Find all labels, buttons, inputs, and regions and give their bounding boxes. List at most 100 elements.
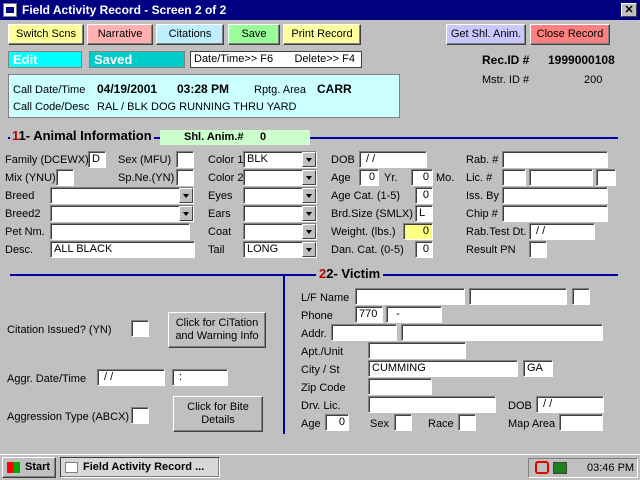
issued-by-label: Iss. By — [466, 190, 500, 202]
taskbar-app-button[interactable]: Field Activity Record ... — [60, 457, 220, 478]
tail-value: LONG — [247, 243, 279, 255]
coat-dropdown[interactable] — [243, 223, 317, 240]
victim-street-number-input[interactable] — [331, 324, 397, 341]
call-info-panel: Call Date/Time 04/19/2001 03:28 PM Rptg.… — [8, 74, 400, 118]
family-input[interactable]: D — [88, 151, 106, 168]
switch-screens-button[interactable]: Switch Scns — [8, 24, 84, 45]
aggression-datetime-label: Aggr. Date/Time — [7, 373, 87, 385]
victim-city-input[interactable]: CUMMING — [368, 360, 518, 377]
years-label: Yr. — [384, 172, 398, 184]
description-label: Desc. — [5, 244, 34, 256]
tail-dropdown[interactable]: LONG — [243, 241, 317, 258]
months-label: Mo. — [436, 172, 455, 184]
close-icon[interactable]: ✕ — [621, 3, 637, 17]
taskbar: Start Field Activity Record ... 03:46 PM — [0, 454, 640, 480]
victim-apt-label: Apt./Unit — [301, 346, 344, 358]
color1-value: BLK — [247, 153, 268, 165]
victim-age-label: Age — [301, 418, 321, 430]
color2-dropdown[interactable] — [243, 169, 317, 186]
age-years-input[interactable]: 0 — [359, 169, 379, 186]
victim-map-area-input[interactable] — [559, 414, 603, 431]
animal-section-title: 1- Animal Information — [18, 128, 152, 143]
eyes-dropdown[interactable] — [243, 187, 317, 204]
call-datetime-label: Call Date/Time — [13, 84, 86, 96]
victim-race-input[interactable] — [458, 414, 476, 431]
age-months-input[interactable]: 0 — [411, 169, 433, 186]
license-number-input[interactable] — [529, 169, 593, 186]
aggression-time-input[interactable]: : — [172, 369, 228, 386]
citations-button[interactable]: Citations — [156, 24, 224, 45]
description-input[interactable]: ALL BLACK — [50, 241, 195, 258]
pet-name-input[interactable] — [50, 223, 190, 240]
tail-label: Tail — [208, 244, 225, 256]
license-suffix-input[interactable] — [596, 169, 616, 186]
victim-state-input[interactable]: GA — [523, 360, 553, 377]
chevron-down-icon[interactable] — [302, 170, 316, 185]
license-prefix-input[interactable] — [502, 169, 526, 186]
spay-neuter-input[interactable] — [176, 169, 194, 186]
result-input[interactable] — [529, 241, 547, 258]
antivirus-icon[interactable] — [535, 461, 549, 474]
shelter-animal-bar: Shl. Anim.# 0 — [160, 130, 310, 145]
color1-dropdown[interactable]: BLK — [243, 151, 317, 168]
weight-input[interactable]: 0 — [403, 223, 433, 240]
reporting-area: CARR — [317, 82, 352, 96]
clock[interactable]: 03:46 PM — [587, 459, 634, 477]
close-record-button[interactable]: Close Record — [530, 24, 610, 45]
citation-info-button[interactable]: Click for CiTation and Warning Info — [168, 312, 266, 348]
print-record-button[interactable]: Print Record — [283, 24, 361, 45]
breed-dropdown[interactable] — [50, 187, 194, 204]
victim-zip-input[interactable] — [368, 378, 432, 395]
edit-mode-indicator: Edit — [8, 51, 82, 68]
rec-id-label: Rec.ID # — [482, 53, 530, 67]
app-icon[interactable] — [3, 3, 17, 17]
victim-dob-input[interactable]: / / — [536, 396, 604, 413]
breed-size-input[interactable]: L — [415, 205, 433, 222]
start-button[interactable]: Start — [2, 457, 56, 478]
chevron-down-icon[interactable] — [302, 152, 316, 167]
victim-drivers-license-input[interactable] — [368, 396, 496, 413]
age-category-label: Age Cat. (1-5) — [331, 190, 401, 202]
victim-middle-initial-input[interactable] — [572, 288, 590, 305]
rabies-test-date-input[interactable]: / / — [529, 223, 595, 240]
aggression-date-input[interactable]: / / — [97, 369, 165, 386]
chevron-down-icon[interactable] — [179, 206, 193, 221]
victim-age-input[interactable]: 0 — [325, 414, 349, 431]
mix-input[interactable] — [56, 169, 74, 186]
victim-last-name-input[interactable] — [355, 288, 465, 305]
victim-phone-number-input[interactable]: - — [386, 306, 442, 323]
aggression-type-input[interactable] — [131, 407, 149, 424]
victim-sex-input[interactable] — [394, 414, 412, 431]
victim-apt-input[interactable] — [368, 342, 466, 359]
breed2-dropdown[interactable] — [50, 205, 194, 222]
saved-indicator: Saved — [89, 51, 185, 68]
family-label: Family (DCEWX) — [5, 154, 89, 166]
victim-first-name-input[interactable] — [469, 288, 567, 305]
danger-category-input[interactable]: 0 — [415, 241, 433, 258]
get-shelter-animal-button[interactable]: Get Shl. Anim. — [446, 24, 526, 45]
chip-number-input[interactable] — [502, 205, 608, 222]
chevron-down-icon[interactable] — [302, 206, 316, 221]
sex-input[interactable] — [176, 151, 194, 168]
animal-section-header: 11- Animal Information — [10, 128, 154, 143]
victim-street-input[interactable] — [401, 324, 603, 341]
vertical-divider — [283, 276, 285, 434]
rec-id-value: 1999000108 — [548, 53, 615, 67]
narrative-button[interactable]: Narrative — [87, 24, 153, 45]
network-icon[interactable] — [553, 462, 567, 474]
chevron-down-icon[interactable] — [302, 224, 316, 239]
victim-phone-area-input[interactable]: 770 — [355, 306, 383, 323]
ears-dropdown[interactable] — [243, 205, 317, 222]
chevron-down-icon[interactable] — [302, 188, 316, 203]
citation-issued-input[interactable] — [131, 320, 149, 337]
save-button[interactable]: Save — [228, 24, 280, 45]
rabies-number-label: Rab. # — [466, 154, 499, 166]
weight-label: Weight. (lbs.) — [331, 226, 396, 238]
age-category-input[interactable]: 0 — [415, 187, 433, 204]
rabies-number-input[interactable] — [502, 151, 608, 168]
bite-details-button[interactable]: Click for Bite Details — [173, 396, 263, 432]
dob-input[interactable]: / / — [359, 151, 427, 168]
issued-by-input[interactable] — [502, 187, 608, 204]
chevron-down-icon[interactable] — [179, 188, 193, 203]
chevron-down-icon[interactable] — [302, 242, 316, 257]
